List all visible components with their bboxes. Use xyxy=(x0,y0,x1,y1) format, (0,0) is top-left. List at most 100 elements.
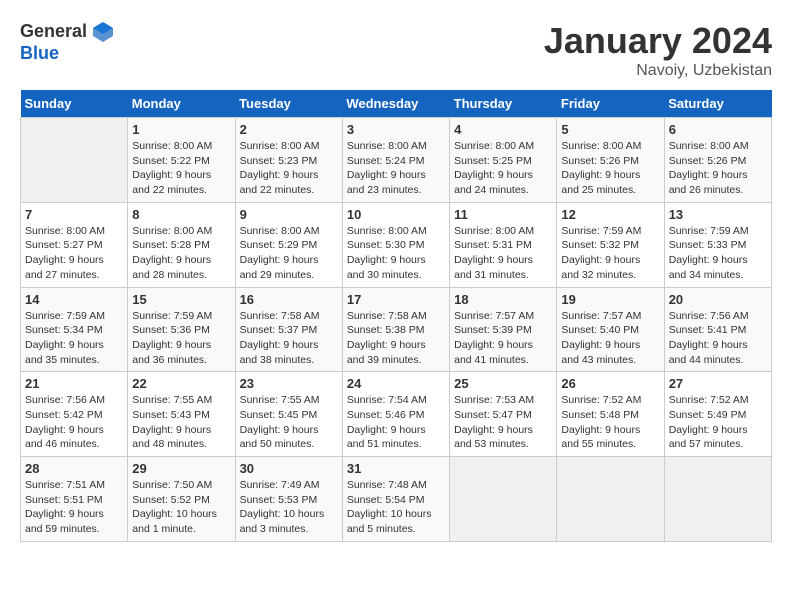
day-number: 22 xyxy=(132,376,230,391)
day-number: 30 xyxy=(240,461,338,476)
day-info: Sunrise: 7:49 AMSunset: 5:53 PMDaylight:… xyxy=(240,478,338,537)
calendar-cell: 16 Sunrise: 7:58 AMSunset: 5:37 PMDayligh… xyxy=(235,287,342,372)
day-info: Sunrise: 7:54 AMSunset: 5:46 PMDaylight:… xyxy=(347,393,445,452)
day-info: Sunrise: 7:56 AMSunset: 5:41 PMDaylight:… xyxy=(669,309,767,368)
weekday-header-wednesday: Wednesday xyxy=(342,90,449,118)
day-number: 17 xyxy=(347,292,445,307)
day-info: Sunrise: 7:52 AMSunset: 5:48 PMDaylight:… xyxy=(561,393,659,452)
calendar-cell: 2 Sunrise: 8:00 AMSunset: 5:23 PMDaylight… xyxy=(235,118,342,203)
calendar-week-row: 28 Sunrise: 7:51 AMSunset: 5:51 PMDayligh… xyxy=(21,457,772,542)
page-header: General Blue January 2024 Navoiy, Uzbeki… xyxy=(20,20,772,80)
day-number: 31 xyxy=(347,461,445,476)
day-info: Sunrise: 7:53 AMSunset: 5:47 PMDaylight:… xyxy=(454,393,552,452)
calendar-cell: 14 Sunrise: 7:59 AMSunset: 5:34 PMDayligh… xyxy=(21,287,128,372)
day-number: 7 xyxy=(25,207,123,222)
calendar-cell: 26 Sunrise: 7:52 AMSunset: 5:48 PMDayligh… xyxy=(557,372,664,457)
day-info: Sunrise: 7:58 AMSunset: 5:37 PMDaylight:… xyxy=(240,309,338,368)
calendar-cell: 5 Sunrise: 8:00 AMSunset: 5:26 PMDaylight… xyxy=(557,118,664,203)
main-title: January 2024 xyxy=(544,20,772,62)
weekday-header-sunday: Sunday xyxy=(21,90,128,118)
calendar-cell xyxy=(664,457,771,542)
calendar-cell: 25 Sunrise: 7:53 AMSunset: 5:47 PMDayligh… xyxy=(450,372,557,457)
day-number: 14 xyxy=(25,292,123,307)
day-number: 8 xyxy=(132,207,230,222)
calendar-cell: 29 Sunrise: 7:50 AMSunset: 5:52 PMDayligh… xyxy=(128,457,235,542)
calendar-week-row: 14 Sunrise: 7:59 AMSunset: 5:34 PMDayligh… xyxy=(21,287,772,372)
weekday-header-saturday: Saturday xyxy=(664,90,771,118)
calendar-cell: 12 Sunrise: 7:59 AMSunset: 5:32 PMDayligh… xyxy=(557,202,664,287)
calendar-cell: 30 Sunrise: 7:49 AMSunset: 5:53 PMDayligh… xyxy=(235,457,342,542)
calendar-cell: 13Sunrise: 7:59 AMSunset: 5:33 PMDayligh… xyxy=(664,202,771,287)
day-number: 20 xyxy=(669,292,767,307)
calendar-cell xyxy=(450,457,557,542)
day-info: Sunrise: 7:57 AMSunset: 5:40 PMDaylight:… xyxy=(561,309,659,368)
day-info: Sunrise: 8:00 AMSunset: 5:27 PMDaylight:… xyxy=(25,224,123,283)
day-number: 26 xyxy=(561,376,659,391)
calendar-week-row: 21Sunrise: 7:56 AMSunset: 5:42 PMDayligh… xyxy=(21,372,772,457)
calendar-cell: 15 Sunrise: 7:59 AMSunset: 5:36 PMDayligh… xyxy=(128,287,235,372)
day-number: 4 xyxy=(454,122,552,137)
day-number: 28 xyxy=(25,461,123,476)
calendar-cell: 7 Sunrise: 8:00 AMSunset: 5:27 PMDaylight… xyxy=(21,202,128,287)
calendar-cell: 3Sunrise: 8:00 AMSunset: 5:24 PMDaylight… xyxy=(342,118,449,203)
calendar-cell xyxy=(21,118,128,203)
day-number: 2 xyxy=(240,122,338,137)
weekday-header-thursday: Thursday xyxy=(450,90,557,118)
day-info: Sunrise: 7:59 AMSunset: 5:36 PMDaylight:… xyxy=(132,309,230,368)
day-info: Sunrise: 8:00 AMSunset: 5:30 PMDaylight:… xyxy=(347,224,445,283)
weekday-header-monday: Monday xyxy=(128,90,235,118)
day-info: Sunrise: 8:00 AMSunset: 5:23 PMDaylight:… xyxy=(240,139,338,198)
day-info: Sunrise: 7:59 AMSunset: 5:32 PMDaylight:… xyxy=(561,224,659,283)
day-number: 12 xyxy=(561,207,659,222)
calendar-cell: 10 Sunrise: 8:00 AMSunset: 5:30 PMDayligh… xyxy=(342,202,449,287)
weekday-header-row: SundayMondayTuesdayWednesdayThursdayFrid… xyxy=(21,90,772,118)
day-number: 18 xyxy=(454,292,552,307)
logo-text: General Blue xyxy=(20,20,115,64)
logo-general: General xyxy=(20,22,87,42)
calendar-cell: 9 Sunrise: 8:00 AMSunset: 5:29 PMDaylight… xyxy=(235,202,342,287)
day-info: Sunrise: 7:48 AMSunset: 5:54 PMDaylight:… xyxy=(347,478,445,537)
day-info: Sunrise: 7:52 AMSunset: 5:49 PMDaylight:… xyxy=(669,393,767,452)
day-number: 5 xyxy=(561,122,659,137)
day-number: 9 xyxy=(240,207,338,222)
logo: General Blue xyxy=(20,20,115,64)
day-number: 24 xyxy=(347,376,445,391)
logo-icon xyxy=(91,20,115,44)
day-number: 25 xyxy=(454,376,552,391)
calendar-cell: 23Sunrise: 7:55 AMSunset: 5:45 PMDayligh… xyxy=(235,372,342,457)
calendar-week-row: 1 Sunrise: 8:00 AMSunset: 5:22 PMDaylight… xyxy=(21,118,772,203)
day-number: 15 xyxy=(132,292,230,307)
day-number: 27 xyxy=(669,376,767,391)
day-number: 29 xyxy=(132,461,230,476)
title-block: January 2024 Navoiy, Uzbekistan xyxy=(544,20,772,80)
day-info: Sunrise: 7:51 AMSunset: 5:51 PMDaylight:… xyxy=(25,478,123,537)
calendar-cell: 11 Sunrise: 8:00 AMSunset: 5:31 PMDayligh… xyxy=(450,202,557,287)
day-number: 3 xyxy=(347,122,445,137)
day-info: Sunrise: 7:59 AMSunset: 5:34 PMDaylight:… xyxy=(25,309,123,368)
day-info: Sunrise: 7:58 AMSunset: 5:38 PMDaylight:… xyxy=(347,309,445,368)
day-info: Sunrise: 7:50 AMSunset: 5:52 PMDaylight:… xyxy=(132,478,230,537)
day-number: 6 xyxy=(669,122,767,137)
day-number: 16 xyxy=(240,292,338,307)
calendar-cell: 8 Sunrise: 8:00 AMSunset: 5:28 PMDaylight… xyxy=(128,202,235,287)
calendar-cell: 17 Sunrise: 7:58 AMSunset: 5:38 PMDayligh… xyxy=(342,287,449,372)
calendar-cell: 19Sunrise: 7:57 AMSunset: 5:40 PMDayligh… xyxy=(557,287,664,372)
calendar-week-row: 7 Sunrise: 8:00 AMSunset: 5:27 PMDaylight… xyxy=(21,202,772,287)
day-info: Sunrise: 8:00 AMSunset: 5:22 PMDaylight:… xyxy=(132,139,230,198)
day-info: Sunrise: 8:00 AMSunset: 5:29 PMDaylight:… xyxy=(240,224,338,283)
day-number: 10 xyxy=(347,207,445,222)
day-number: 1 xyxy=(132,122,230,137)
day-info: Sunrise: 7:55 AMSunset: 5:43 PMDaylight:… xyxy=(132,393,230,452)
day-info: Sunrise: 8:00 AMSunset: 5:26 PMDaylight:… xyxy=(561,139,659,198)
calendar-cell: 31 Sunrise: 7:48 AMSunset: 5:54 PMDayligh… xyxy=(342,457,449,542)
calendar-table: SundayMondayTuesdayWednesdayThursdayFrid… xyxy=(20,90,772,542)
day-number: 11 xyxy=(454,207,552,222)
calendar-cell: 6 Sunrise: 8:00 AMSunset: 5:26 PMDaylight… xyxy=(664,118,771,203)
day-info: Sunrise: 8:00 AMSunset: 5:31 PMDaylight:… xyxy=(454,224,552,283)
day-info: Sunrise: 8:00 AMSunset: 5:28 PMDaylight:… xyxy=(132,224,230,283)
day-info: Sunrise: 7:56 AMSunset: 5:42 PMDaylight:… xyxy=(25,393,123,452)
calendar-cell: 22 Sunrise: 7:55 AMSunset: 5:43 PMDayligh… xyxy=(128,372,235,457)
day-info: Sunrise: 8:00 AMSunset: 5:26 PMDaylight:… xyxy=(669,139,767,198)
calendar-cell: 1 Sunrise: 8:00 AMSunset: 5:22 PMDaylight… xyxy=(128,118,235,203)
day-info: Sunrise: 8:00 AMSunset: 5:25 PMDaylight:… xyxy=(454,139,552,198)
